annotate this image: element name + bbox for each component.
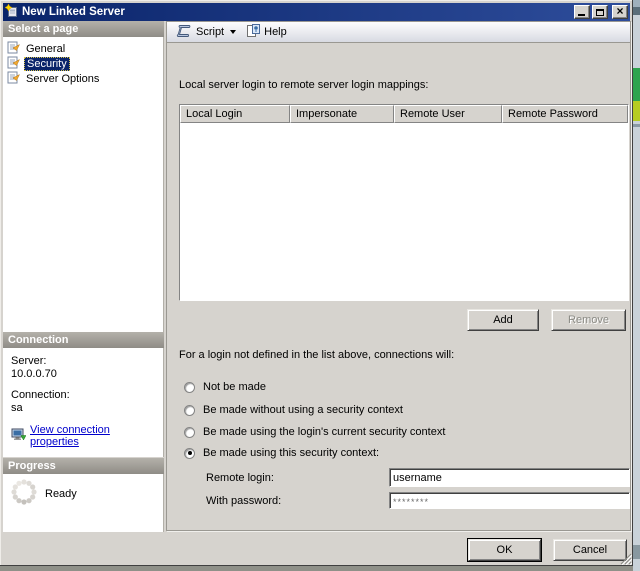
cancel-button[interactable]: Cancel bbox=[553, 539, 627, 561]
maximize-icon bbox=[596, 9, 604, 16]
toolbar: Script Help bbox=[167, 22, 630, 43]
with-password-label: With password: bbox=[206, 495, 281, 507]
background-sliver bbox=[633, 0, 640, 571]
help-button[interactable]: Help bbox=[241, 23, 292, 42]
chevron-down-icon[interactable] bbox=[230, 30, 236, 34]
server-label: Server: bbox=[11, 355, 159, 368]
login-mappings-grid: Local Login Impersonate Remote User Remo… bbox=[179, 104, 629, 301]
maximize-button[interactable] bbox=[592, 5, 608, 19]
script-button[interactable]: Script bbox=[171, 23, 241, 42]
sidebar-item-label: Server Options bbox=[24, 73, 101, 85]
view-connection-properties-link[interactable]: View connection properties bbox=[30, 424, 159, 448]
close-icon: × bbox=[616, 6, 623, 16]
column-header-remote-password: Remote Password bbox=[502, 105, 628, 123]
page-icon bbox=[7, 71, 20, 87]
fallback-label: For a login not defined in the list abov… bbox=[179, 349, 454, 361]
mappings-label: Local server login to remote server logi… bbox=[179, 79, 428, 91]
main-panel: Script Help Local server login bbox=[166, 21, 631, 531]
connection-header: Connection bbox=[3, 332, 164, 348]
grid-header-row: Local Login Impersonate Remote User Remo… bbox=[180, 105, 628, 123]
radio-label: Not be made bbox=[203, 381, 266, 393]
minimize-button[interactable] bbox=[574, 5, 590, 19]
progress-header: Progress bbox=[3, 458, 164, 474]
page-icon bbox=[7, 41, 20, 57]
radio-icon bbox=[184, 427, 195, 438]
progress-panel: Ready bbox=[3, 474, 164, 532]
radio-current-security-context[interactable]: Be made using the login's current securi… bbox=[184, 425, 445, 439]
select-a-page-header: Select a page bbox=[3, 21, 164, 37]
window-title: New Linked Server bbox=[22, 6, 572, 18]
window-icon bbox=[5, 4, 19, 21]
connection-properties-icon bbox=[11, 428, 26, 444]
add-button[interactable]: Add bbox=[467, 309, 539, 331]
new-linked-server-dialog: New Linked Server × Select a page Genera… bbox=[0, 0, 633, 566]
sidebar-item-label: General bbox=[24, 43, 67, 55]
radio-label: Be made without using a security context bbox=[203, 404, 403, 416]
sidebar-item-label: Security bbox=[24, 57, 70, 71]
progress-status: Ready bbox=[45, 488, 77, 500]
progress-spinner-icon bbox=[9, 477, 39, 510]
close-button[interactable]: × bbox=[612, 5, 628, 19]
column-header-impersonate: Impersonate bbox=[290, 105, 394, 123]
screenshot-root: New Linked Server × Select a page Genera… bbox=[0, 0, 640, 571]
resize-grip[interactable] bbox=[618, 551, 632, 565]
remote-login-input[interactable] bbox=[389, 468, 630, 487]
script-button-label: Script bbox=[196, 26, 224, 38]
script-icon bbox=[176, 24, 192, 41]
column-header-remote-user: Remote User bbox=[394, 105, 502, 123]
radio-icon bbox=[184, 382, 195, 393]
connection-value: sa bbox=[11, 402, 159, 415]
remote-login-label: Remote login: bbox=[206, 472, 274, 484]
radio-icon bbox=[184, 448, 195, 459]
connection-label: Connection: bbox=[11, 389, 159, 402]
sidebar-item-server-options[interactable]: Server Options bbox=[3, 71, 163, 86]
sidebar-item-security[interactable]: Security bbox=[3, 56, 163, 71]
radio-icon bbox=[184, 405, 195, 416]
radio-without-security-context[interactable]: Be made without using a security context bbox=[184, 403, 403, 417]
radio-label: Be made using the login's current securi… bbox=[203, 426, 445, 438]
column-header-local-login: Local Login bbox=[180, 105, 290, 123]
sidebar-item-general[interactable]: General bbox=[3, 41, 163, 56]
ok-button[interactable]: OK bbox=[468, 539, 541, 561]
title-bar[interactable]: New Linked Server × bbox=[3, 3, 630, 21]
page-list: General Security bbox=[3, 37, 164, 332]
minimize-icon bbox=[578, 14, 585, 16]
help-button-label: Help bbox=[264, 26, 287, 38]
page-icon bbox=[7, 56, 20, 72]
connection-panel: Server: 10.0.0.70 Connection: sa View co… bbox=[3, 348, 164, 457]
remove-button[interactable]: Remove bbox=[551, 309, 626, 331]
with-password-input[interactable] bbox=[389, 492, 630, 509]
radio-not-be-made[interactable]: Not be made bbox=[184, 380, 266, 394]
help-icon bbox=[246, 24, 260, 41]
grid-body[interactable] bbox=[180, 123, 628, 300]
radio-label: Be made using this security context: bbox=[203, 447, 379, 459]
server-value: 10.0.0.70 bbox=[11, 368, 159, 381]
radio-this-security-context[interactable]: Be made using this security context: bbox=[184, 446, 379, 460]
